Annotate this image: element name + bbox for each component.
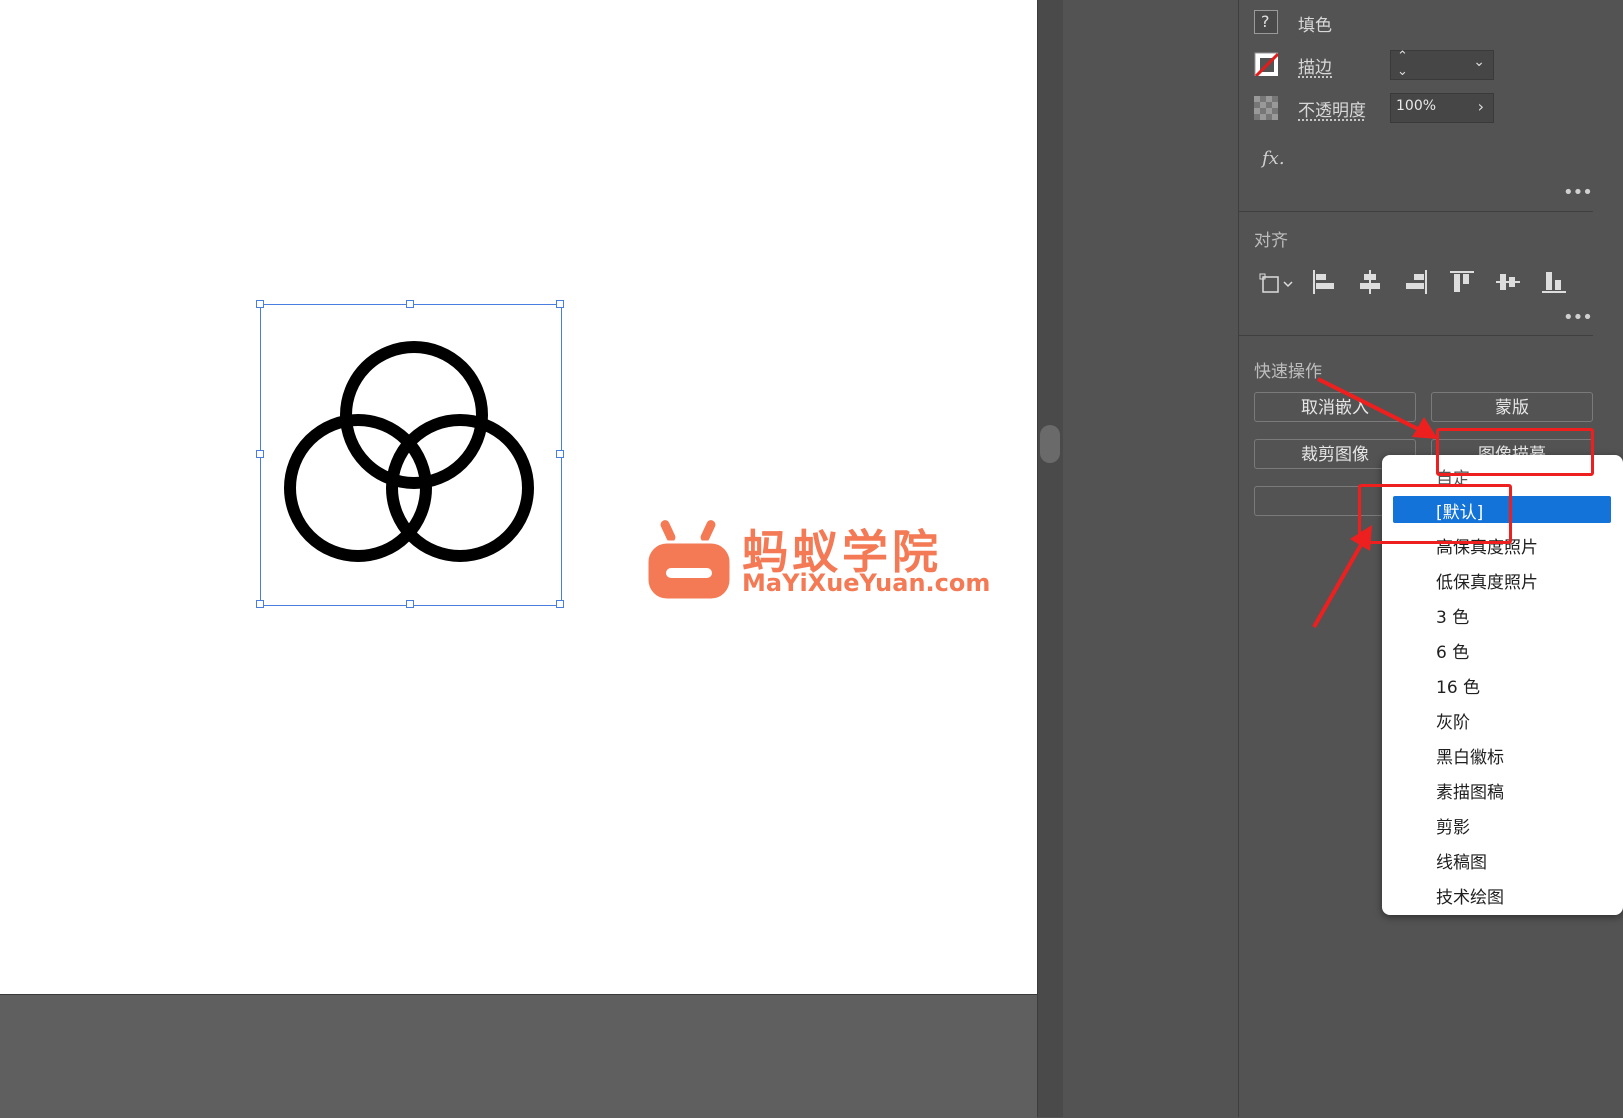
section-separator xyxy=(1239,211,1593,212)
more-options-icon[interactable]: ••• xyxy=(1563,182,1593,203)
opacity-checker-icon xyxy=(1254,96,1278,120)
align-right-icon[interactable] xyxy=(1402,268,1430,296)
stroke-label[interactable]: 描边 xyxy=(1298,53,1332,78)
align-vertical-center-icon[interactable] xyxy=(1494,268,1522,296)
question-mark-icon: ? xyxy=(1261,12,1270,31)
align-bottom-icon[interactable] xyxy=(1540,268,1568,296)
menu-item[interactable]: 灰阶 xyxy=(1436,708,1470,733)
ant-logo-icon xyxy=(645,517,733,602)
menu-item[interactable]: 技术绘图 xyxy=(1436,883,1504,908)
resize-handle-bottom-left[interactable] xyxy=(256,600,264,608)
annotation-arrows xyxy=(1312,377,1438,628)
more-options-icon[interactable]: ••• xyxy=(1563,307,1593,328)
fx-button[interactable]: fx. xyxy=(1262,148,1285,169)
resize-handle-right[interactable] xyxy=(556,450,564,458)
pasteboard[interactable] xyxy=(0,994,1037,1118)
align-left-icon[interactable] xyxy=(1310,268,1338,296)
fill-label: 填色 xyxy=(1298,16,1332,36)
opacity-field[interactable]: 100% › xyxy=(1390,93,1494,123)
resize-handle-top[interactable] xyxy=(406,300,414,308)
resize-handle-left[interactable] xyxy=(256,450,264,458)
resize-handle-bottom[interactable] xyxy=(406,600,414,608)
tools-column xyxy=(1063,0,1239,1117)
menu-item[interactable]: 线稿图 xyxy=(1436,848,1487,873)
chevron-down-icon[interactable]: ⌄ xyxy=(1473,54,1485,70)
stepper-arrows-icon[interactable]: ⌃ ⌄ xyxy=(1397,49,1408,79)
resize-handle-bottom-right[interactable] xyxy=(556,600,564,608)
align-title: 对齐 xyxy=(1254,231,1288,251)
fill-swatch[interactable]: ? xyxy=(1254,10,1278,34)
section-separator xyxy=(1239,335,1593,336)
watermark: 蚂蚁学院 MaYiXueYuan.com xyxy=(644,516,990,606)
resize-handle-top-right[interactable] xyxy=(556,300,564,308)
menu-item[interactable]: 16 色 xyxy=(1436,673,1480,698)
panel-divider[interactable] xyxy=(1037,0,1064,1117)
resize-handle-top-left[interactable] xyxy=(256,300,264,308)
three-circles-artwork[interactable] xyxy=(280,340,540,570)
stroke-weight-stepper[interactable]: ⌃ ⌄ ⌄ xyxy=(1390,49,1494,80)
chevron-right-icon[interactable]: › xyxy=(1478,97,1484,116)
menu-item[interactable]: 剪影 xyxy=(1436,813,1470,838)
menu-item[interactable]: 黑白徽标 xyxy=(1436,743,1504,768)
opacity-value[interactable]: 100% xyxy=(1396,98,1436,114)
align-horizontal-center-icon[interactable] xyxy=(1356,268,1384,296)
menu-item[interactable]: 6 色 xyxy=(1436,638,1469,663)
opacity-label[interactable]: 不透明度 xyxy=(1298,96,1366,121)
align-top-icon[interactable] xyxy=(1448,268,1476,296)
align-to-selection-icon[interactable] xyxy=(1258,268,1298,296)
menu-item[interactable]: 素描图稿 xyxy=(1436,778,1504,803)
stroke-none-icon[interactable] xyxy=(1254,52,1278,76)
scroll-grip[interactable] xyxy=(1040,425,1060,463)
watermark-url: MaYiXueYuan.com xyxy=(742,569,991,597)
